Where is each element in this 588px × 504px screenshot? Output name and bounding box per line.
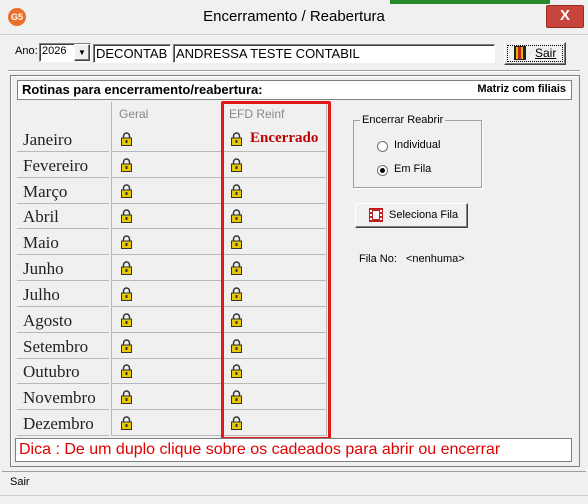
geral-cell[interactable] — [112, 178, 221, 204]
sair-label: Sair — [535, 46, 557, 60]
month-label: Setembro — [17, 333, 109, 359]
radio-em-fila[interactable] — [377, 165, 388, 176]
geral-cell[interactable] — [112, 359, 221, 384]
chevron-down-icon[interactable]: ▼ — [74, 44, 90, 61]
geral-cell[interactable] — [112, 152, 221, 178]
month-label: Março — [17, 178, 109, 204]
dica-panel: Dica : De um duplo clique sobre os cadea… — [15, 438, 572, 462]
month-label: Abril — [17, 204, 109, 229]
padlock-icon[interactable] — [121, 209, 132, 223]
radio-individual[interactable] — [377, 141, 388, 152]
header-divider — [8, 70, 580, 72]
padlock-icon[interactable] — [121, 339, 132, 353]
empresa-code-field[interactable]: DECONTAB — [93, 44, 171, 63]
sair-button[interactable]: Sair — [504, 42, 566, 65]
ano-value: 2026 — [42, 45, 67, 57]
month-label: Janeiro — [17, 126, 109, 152]
month-name: Agosto — [23, 311, 73, 330]
status-bar: Sair — [2, 471, 586, 492]
padlock-icon[interactable] — [121, 261, 132, 275]
film-queue-icon — [369, 208, 383, 222]
month-name: Fevereiro — [23, 156, 89, 175]
padlock-icon[interactable] — [121, 184, 132, 198]
empresa-name-field[interactable]: ANDRESSA TESTE CONTABIL — [173, 44, 495, 63]
padlock-icon[interactable] — [121, 158, 132, 172]
month-label: Fevereiro — [17, 152, 109, 178]
grid-divider — [111, 102, 112, 436]
geral-cell[interactable] — [112, 255, 221, 281]
month-name: Julho — [23, 285, 60, 304]
padlock-icon[interactable] — [121, 235, 132, 249]
month-name: Outubro — [23, 362, 80, 381]
padlock-icon[interactable] — [121, 132, 132, 146]
month-label: Julho — [17, 281, 109, 307]
month-name: Setembro — [23, 337, 89, 356]
padlock-icon[interactable] — [121, 416, 132, 430]
close-window-button[interactable]: X — [546, 5, 584, 28]
seleciona-fila-button[interactable]: Seleciona Fila — [355, 203, 468, 228]
column-header-geral: Geral — [119, 107, 149, 121]
month-label: Junho — [17, 255, 109, 281]
month-label: Novembro — [17, 384, 109, 410]
geral-cell[interactable] — [112, 281, 221, 307]
efd-reinf-highlight — [221, 101, 331, 440]
month-label: Maio — [17, 229, 109, 255]
rotinas-header: Rotinas para encerramento/reabertura: Ma… — [17, 80, 572, 100]
month-label: Dezembro — [17, 410, 109, 436]
month-name: Janeiro — [23, 130, 73, 149]
radio-individual-label[interactable]: Individual — [394, 139, 440, 151]
encerrar-reabrir-title: Encerrar Reabrir — [360, 114, 446, 126]
empresa-name-value: ANDRESSA TESTE CONTABIL — [176, 46, 360, 61]
geral-cell[interactable] — [112, 229, 221, 255]
dica-text: Dica : De um duplo clique sobre os cadea… — [19, 441, 501, 458]
radio-em-fila-label[interactable]: Em Fila — [394, 163, 431, 175]
padlock-icon[interactable] — [121, 390, 132, 404]
window-title: Encerramento / Reabertura — [203, 8, 385, 25]
padlock-icon[interactable] — [121, 287, 132, 301]
geral-cell[interactable] — [112, 126, 221, 152]
fila-no-value: <nenhuma> — [406, 253, 465, 265]
padlock-icon[interactable] — [121, 364, 132, 378]
geral-cell[interactable] — [112, 204, 221, 229]
geral-cell[interactable] — [112, 333, 221, 359]
matriz-com-filiais-label: Matriz com filiais — [477, 83, 566, 95]
month-label: Agosto — [17, 307, 109, 333]
geral-cell[interactable] — [112, 307, 221, 333]
geral-cell[interactable] — [112, 410, 221, 436]
empresa-code-value: DECONTAB — [96, 46, 168, 61]
month-name: Dezembro — [23, 414, 94, 433]
ano-select[interactable]: 2026 ▼ — [39, 43, 91, 62]
main-window: G5 Encerramento / Reabertura X Ano: 2026… — [0, 0, 588, 504]
encerrar-reabrir-group — [353, 120, 482, 188]
month-label: Outubro — [17, 359, 109, 384]
month-name: Março — [23, 182, 68, 201]
month-name: Novembro — [23, 388, 96, 407]
month-name: Junho — [23, 259, 64, 278]
ano-label: Ano: — [15, 45, 38, 57]
month-name: Maio — [23, 233, 59, 252]
fila-no-label: Fila No: — [359, 253, 397, 265]
month-name: Abril — [23, 207, 59, 226]
status-text: Sair — [10, 476, 30, 488]
geral-cell[interactable] — [112, 384, 221, 410]
exit-door-icon — [514, 46, 526, 60]
padlock-icon[interactable] — [121, 313, 132, 327]
radio-selected-dot — [380, 168, 385, 173]
seleciona-fila-label: Seleciona Fila — [389, 209, 459, 221]
close-icon: X — [559, 7, 570, 24]
rotinas-title: Rotinas para encerramento/reabertura: — [22, 82, 263, 97]
